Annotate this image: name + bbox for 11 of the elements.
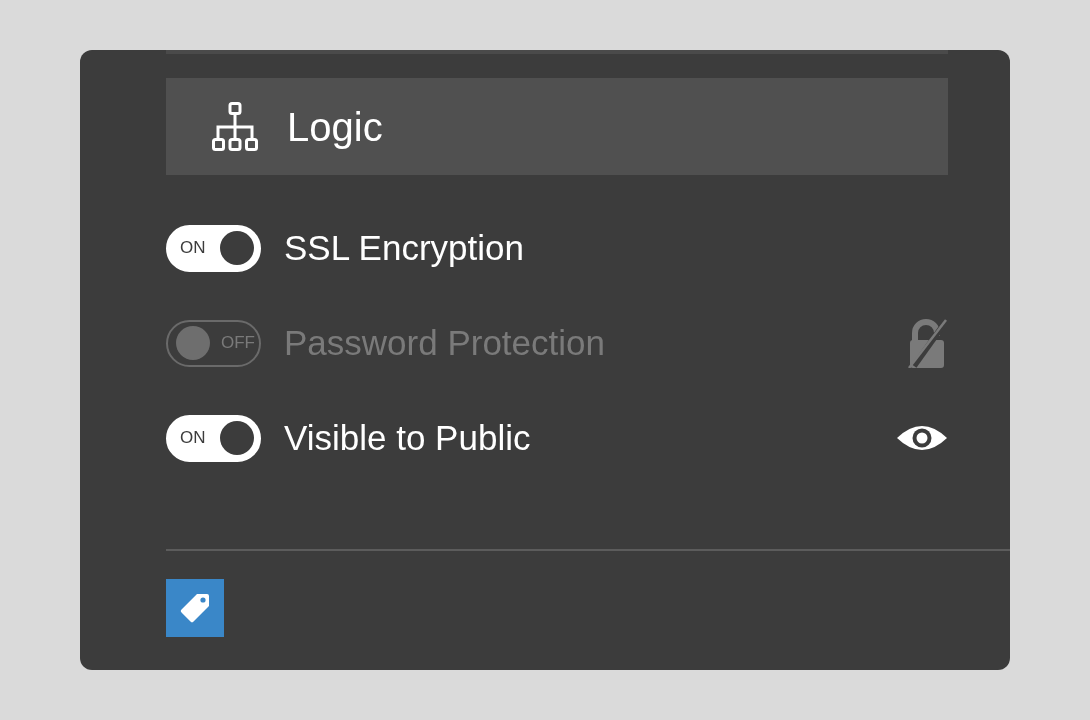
sitemap-icon [212, 101, 258, 152]
toggle-switch[interactable]: ON [166, 414, 261, 462]
eye-icon [896, 423, 948, 453]
setting-label: Visible to Public [284, 417, 531, 459]
section-title: Logic [287, 103, 383, 151]
lock-slash-icon [906, 318, 948, 368]
tag-icon [179, 592, 211, 624]
toggle-switch[interactable]: ON [166, 224, 261, 272]
setting-label: Password Protection [284, 322, 605, 364]
setting-label: SSL Encryption [284, 227, 524, 269]
tag-button[interactable] [166, 579, 224, 637]
